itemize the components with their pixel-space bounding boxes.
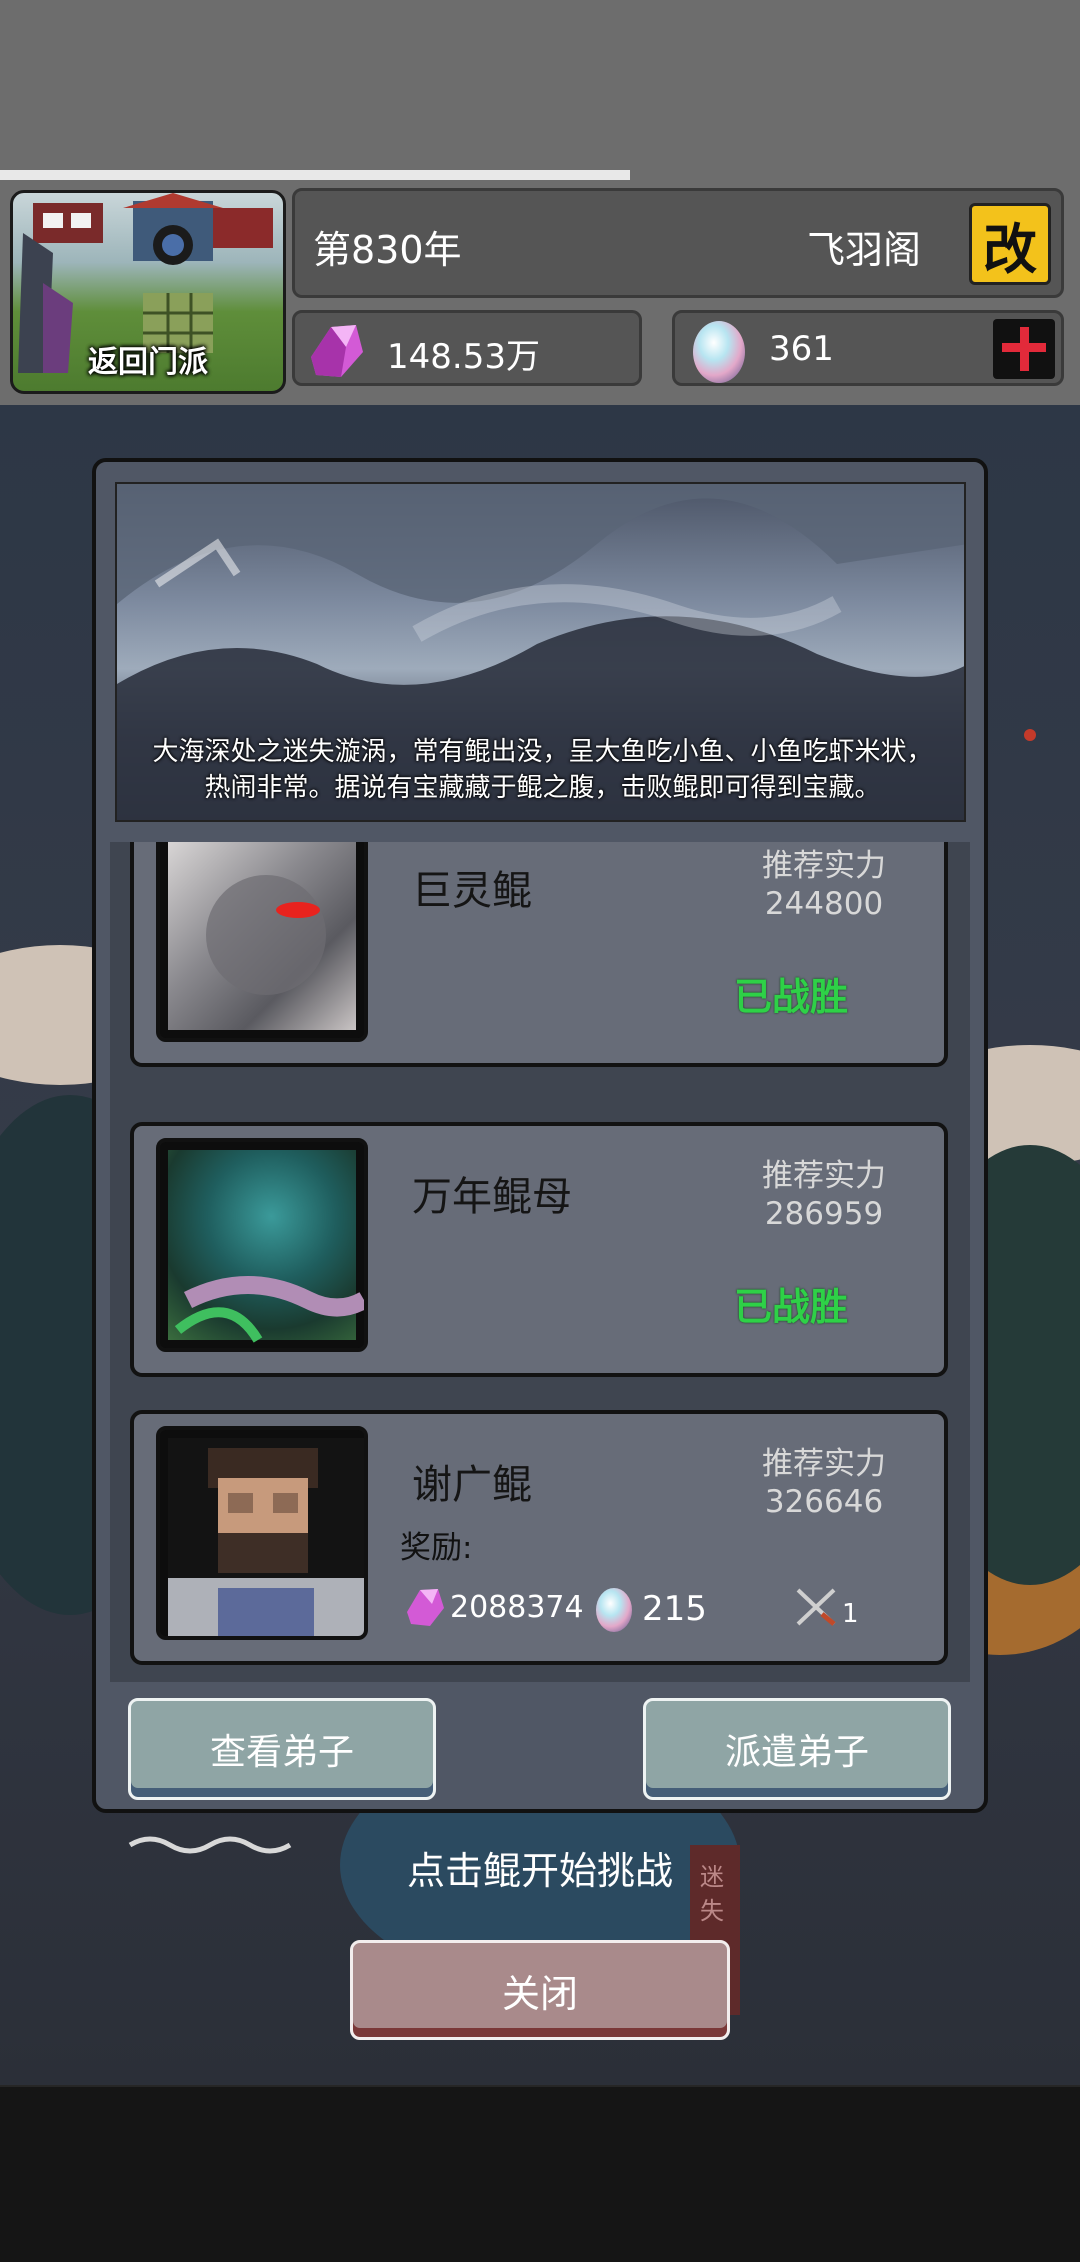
- dungeon-banner: 大海深处之迷失漩涡，常有鲲出没，呈大鱼吃小鱼、小鱼吃虾米状， 热闹非常。据说有宝…: [115, 482, 966, 822]
- beast-icon: [206, 875, 326, 995]
- reward-stone-amount: 2088374: [450, 1589, 584, 1625]
- whale-icon: [174, 1276, 364, 1343]
- add-egg-button[interactable]: [993, 319, 1055, 379]
- reward-egg: 215: [592, 1584, 707, 1634]
- recommended-power-value-2: 286959: [764, 1196, 884, 1232]
- challenge-hint: 点击鲲开始挑战: [406, 1849, 673, 1893]
- spirit-stone-icon: [311, 325, 363, 377]
- victory-status-1: 已战胜: [734, 975, 849, 1019]
- year-label: 第830年: [313, 228, 462, 272]
- plus-icon: [1002, 327, 1046, 371]
- rename-sect-button[interactable]: 改: [969, 203, 1051, 285]
- return-sect-label: 返回门派: [88, 345, 208, 380]
- boss-card-3[interactable]: 谢广鲲 推荐实力 326646 奖励: 2088374 215 1: [130, 1410, 948, 1665]
- pixelated-face-icon: [168, 1438, 364, 1636]
- reward-item: 1: [792, 1584, 859, 1630]
- reward-spirit-stone: 2088374: [402, 1584, 584, 1630]
- dungeon-description: 大海深处之迷失漩涡，常有鲲出没，呈大鱼吃小鱼、小鱼吃虾米状， 热闹非常。据说有宝…: [117, 734, 964, 806]
- sect-name: 飞羽阁: [806, 228, 921, 272]
- close-button[interactable]: 关闭: [350, 1940, 730, 2040]
- boss-portrait-3: [156, 1426, 368, 1640]
- recommended-power-value-1: 244800: [764, 886, 884, 922]
- egg-count: 361: [769, 329, 834, 369]
- year-sect-bar: 第830年 飞羽阁 改: [292, 188, 1064, 298]
- bottom-area: [0, 2085, 1080, 2262]
- boss-card-2[interactable]: 万年鲲母 推荐实力 286959 已战胜: [130, 1122, 948, 1377]
- reward-label: 奖励:: [400, 1530, 473, 1566]
- reward-item-count: 1: [842, 1599, 859, 1629]
- recommended-power-label-2: 推荐实力: [762, 1158, 886, 1194]
- boss-list[interactable]: 巨灵鲲 推荐实力 244800 已战胜 万年鲲母 推荐实力 286959 已战胜: [110, 842, 970, 1682]
- recommended-power-label-3: 推荐实力: [762, 1446, 886, 1482]
- view-disciples-button[interactable]: 查看弟子: [128, 1698, 436, 1800]
- boss-name-3: 谢广鲲: [412, 1462, 532, 1508]
- progress-bar: [0, 170, 630, 180]
- boss-card-1[interactable]: 巨灵鲲 推荐实力 244800 已战胜: [130, 842, 948, 1067]
- egg-currency-bar: 361: [672, 310, 1064, 386]
- boss-portrait-2: [156, 1138, 368, 1352]
- victory-status-2: 已战胜: [734, 1285, 849, 1329]
- boss-portrait-1: [156, 842, 368, 1042]
- spirit-stone-bar: 148.53万: [292, 310, 642, 386]
- spirit-stone-count: 148.53万: [387, 337, 540, 377]
- egg-icon: [596, 1588, 632, 1632]
- spirit-stone-icon: [407, 1589, 444, 1626]
- dispatch-disciples-button[interactable]: 派遣弟子: [643, 1698, 951, 1800]
- recommended-power-label-1: 推荐实力: [762, 848, 886, 884]
- boss-name-2: 万年鲲母: [412, 1174, 572, 1220]
- rename-icon: 改: [983, 217, 1037, 281]
- crossed-swords-icon: [796, 1588, 836, 1626]
- recommended-power-value-3: 326646: [764, 1484, 884, 1520]
- description-line-1: 大海深处之迷失漩涡，常有鲲出没，呈大鱼吃小鱼、小鱼吃虾米状，: [152, 737, 933, 767]
- reward-egg-amount: 215: [642, 1589, 707, 1629]
- description-line-2: 热闹非常。据说有宝藏藏于鲲之腹，击败鲲即可得到宝藏。: [204, 773, 881, 803]
- return-sect-button[interactable]: 返回门派: [10, 190, 286, 394]
- egg-icon: [693, 321, 745, 383]
- boss-name-1: 巨灵鲲: [412, 868, 532, 914]
